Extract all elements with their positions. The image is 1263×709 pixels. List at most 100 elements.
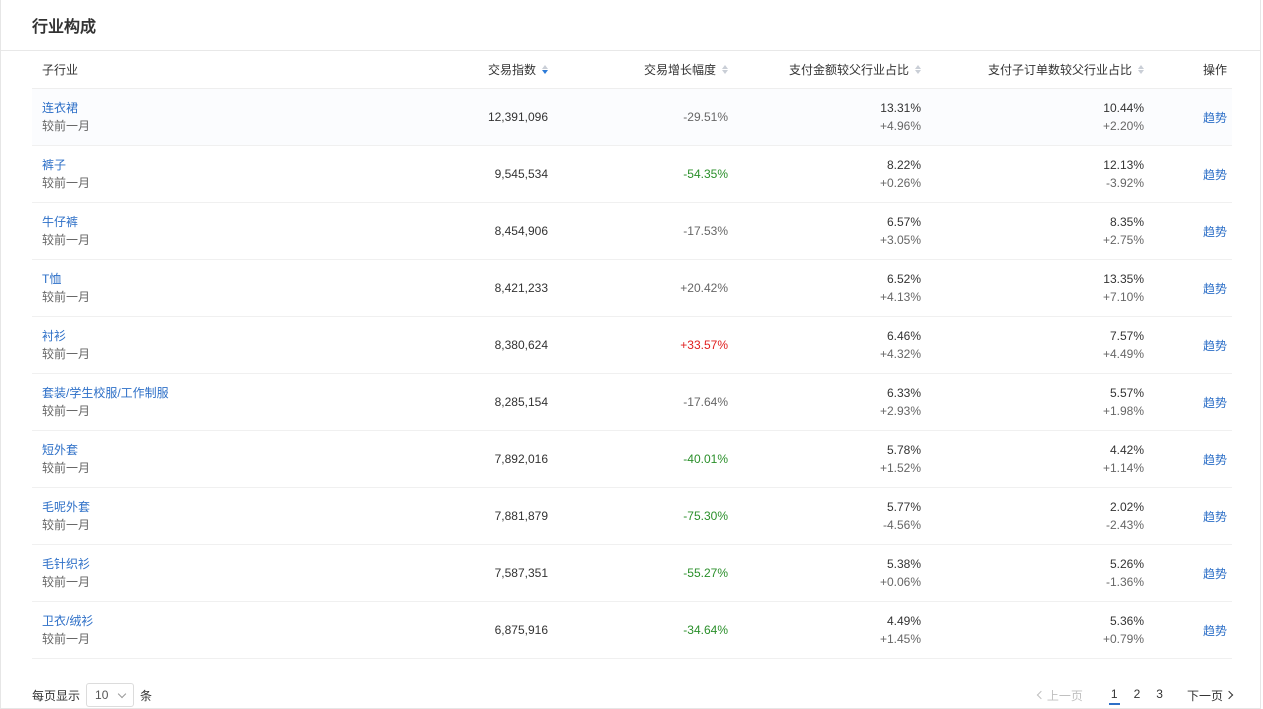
suborder-share-delta: +2.20%: [1102, 119, 1144, 133]
trade-growth-value: -17.64%: [683, 395, 728, 409]
chevron-left-icon: [1036, 690, 1046, 700]
trend-link[interactable]: 趋势: [1203, 111, 1227, 125]
pay-share-delta: +3.05%: [879, 233, 921, 247]
col-header-suborder-share[interactable]: 支付子订单数较父行业占比: [921, 61, 1144, 78]
cell-suborder-share: 5.57% +1.98%: [921, 384, 1144, 420]
chevron-down-icon: [117, 689, 127, 699]
cell-trade-growth: -75.30%: [548, 509, 728, 523]
sub-industry-link[interactable]: 连衣裙: [42, 99, 432, 117]
suborder-share-value: 8.35%: [1109, 215, 1144, 229]
prev-page-button[interactable]: 上一页: [1036, 687, 1083, 704]
col-header-pay-share[interactable]: 支付金额较父行业占比: [728, 61, 921, 78]
pay-share-value: 5.38%: [886, 557, 921, 571]
suborder-share-value: 10.44%: [1103, 101, 1144, 115]
cell-suborder-share: 2.02% -2.43%: [921, 498, 1144, 534]
trend-link[interactable]: 趋势: [1203, 225, 1227, 239]
table-row: 牛仔裤 较前一月 8,454,906 -17.53% 6.57% +3.05% 8.35% +…: [32, 203, 1232, 260]
trend-link[interactable]: 趋势: [1203, 624, 1227, 638]
trend-link[interactable]: 趋势: [1203, 510, 1227, 524]
col-header-trade-growth[interactable]: 交易增长幅度: [548, 61, 728, 78]
industry-table: 子行业 交易指数 交易增长幅度 支付金额较父行业占比 支付子订单数较父行业占比 …: [32, 51, 1232, 659]
sub-industry-link[interactable]: T恤: [42, 270, 432, 288]
trade-growth-value: -55.27%: [683, 566, 728, 580]
table-row: T恤 较前一月 8,421,233 +20.42% 6.52% +4.13% 13.35% +…: [32, 260, 1232, 317]
trade-growth-value: -17.53%: [683, 224, 728, 238]
cell-trade-index: 12,391,096: [432, 108, 548, 126]
page-number-button[interactable]: 2: [1132, 685, 1143, 705]
sub-industry-link[interactable]: 毛呢外套: [42, 498, 432, 516]
cell-pay-share: 8.22% +0.26%: [728, 156, 921, 192]
cell-suborder-share: 10.44% +2.20%: [921, 99, 1144, 135]
suborder-share-value: 7.57%: [1109, 329, 1144, 343]
cell-sub-industry: 连衣裙 较前一月: [32, 99, 432, 135]
trend-link[interactable]: 趋势: [1203, 339, 1227, 353]
cell-pay-share: 6.46% +4.32%: [728, 327, 921, 363]
page-number-button[interactable]: 1: [1108, 685, 1120, 705]
suborder-share-delta: +1.14%: [1102, 461, 1144, 475]
trade-index-value: 6,875,916: [494, 623, 548, 637]
panel-header: 行业构成: [1, 0, 1260, 51]
sub-industry-link[interactable]: 毛针织衫: [42, 555, 432, 573]
cell-operation: 趋势: [1144, 109, 1232, 126]
pay-share-value: 8.22%: [886, 158, 921, 172]
page-size-select[interactable]: 10: [86, 683, 135, 707]
cell-pay-share: 4.49% +1.45%: [728, 612, 921, 648]
suborder-share-delta: +0.79%: [1102, 632, 1144, 646]
cell-pay-share: 13.31% +4.96%: [728, 99, 921, 135]
cell-trade-growth: -54.35%: [548, 167, 728, 181]
table-row: 套装/学生校服/工作制服 较前一月 8,285,154 -17.64% 6.33% +2.…: [32, 374, 1232, 431]
cell-pay-share: 6.52% +4.13%: [728, 270, 921, 306]
sub-industry-link[interactable]: 短外套: [42, 441, 432, 459]
pay-share-delta: -4.56%: [882, 518, 921, 532]
cell-trade-index: 8,454,906: [432, 222, 548, 240]
trade-index-value: 8,380,624: [494, 338, 548, 352]
col-header-trade-index[interactable]: 交易指数: [432, 61, 548, 78]
next-page-button[interactable]: 下一页: [1186, 687, 1234, 704]
trend-link[interactable]: 趋势: [1203, 168, 1227, 182]
cell-sub-industry: 套装/学生校服/工作制服 较前一月: [32, 384, 432, 420]
page-number-button[interactable]: 3: [1154, 685, 1165, 705]
compare-label: 较前一月: [42, 347, 91, 361]
table-row: 连衣裙 较前一月 12,391,096 -29.51% 13.31% +4.96% 10.4…: [32, 89, 1232, 146]
cell-pay-share: 5.77% -4.56%: [728, 498, 921, 534]
sub-industry-link[interactable]: 卫衣/绒衫: [42, 612, 432, 630]
cell-operation: 趋势: [1144, 280, 1232, 297]
cell-suborder-share: 5.26% -1.36%: [921, 555, 1144, 591]
page-size-value: 10: [95, 688, 109, 702]
suborder-share-delta: +7.10%: [1102, 290, 1144, 304]
suborder-share-value: 12.13%: [1103, 158, 1144, 172]
sub-industry-link[interactable]: 衬衫: [42, 327, 432, 345]
compare-label: 较前一月: [42, 176, 91, 190]
suborder-share-value: 2.02%: [1109, 500, 1144, 514]
cell-operation: 趋势: [1144, 451, 1232, 468]
suborder-share-value: 4.42%: [1109, 443, 1144, 457]
table-row: 短外套 较前一月 7,892,016 -40.01% 5.78% +1.52% 4.42% +…: [32, 431, 1232, 488]
cell-trade-growth: +33.57%: [548, 338, 728, 352]
col-header-sub-industry: 子行业: [42, 63, 79, 77]
cell-trade-growth: -34.64%: [548, 623, 728, 637]
table-row: 衬衫 较前一月 8,380,624 +33.57% 6.46% +4.32% 7.57% +4…: [32, 317, 1232, 374]
trend-link[interactable]: 趋势: [1203, 282, 1227, 296]
sub-industry-link[interactable]: 套装/学生校服/工作制服: [42, 384, 432, 402]
compare-label: 较前一月: [42, 119, 91, 133]
prev-page-label: 上一页: [1046, 688, 1083, 703]
pay-share-delta: +4.96%: [879, 119, 921, 133]
trade-growth-value: -40.01%: [683, 452, 728, 466]
trade-growth-value: -34.64%: [683, 623, 728, 637]
sub-industry-link[interactable]: 牛仔裤: [42, 213, 432, 231]
trend-link[interactable]: 趋势: [1203, 396, 1227, 410]
trend-link[interactable]: 趋势: [1203, 567, 1227, 581]
trend-link[interactable]: 趋势: [1203, 453, 1227, 467]
page-size-unit: 条: [140, 688, 153, 703]
col-header-trade-index-label: 交易指数: [487, 63, 536, 77]
trade-index-value: 9,545,534: [494, 167, 548, 181]
sub-industry-link[interactable]: 裤子: [42, 156, 432, 174]
cell-trade-index: 8,421,233: [432, 279, 548, 297]
suborder-share-value: 5.36%: [1109, 614, 1144, 628]
next-page-label: 下一页: [1186, 688, 1223, 703]
col-header-suborder-share-label: 支付子订单数较父行业占比: [987, 63, 1132, 77]
pagination: 上一页 123 下一页: [1036, 682, 1234, 708]
cell-sub-industry: 裤子 较前一月: [32, 156, 432, 192]
compare-label: 较前一月: [42, 518, 91, 532]
cell-pay-share: 6.33% +2.93%: [728, 384, 921, 420]
